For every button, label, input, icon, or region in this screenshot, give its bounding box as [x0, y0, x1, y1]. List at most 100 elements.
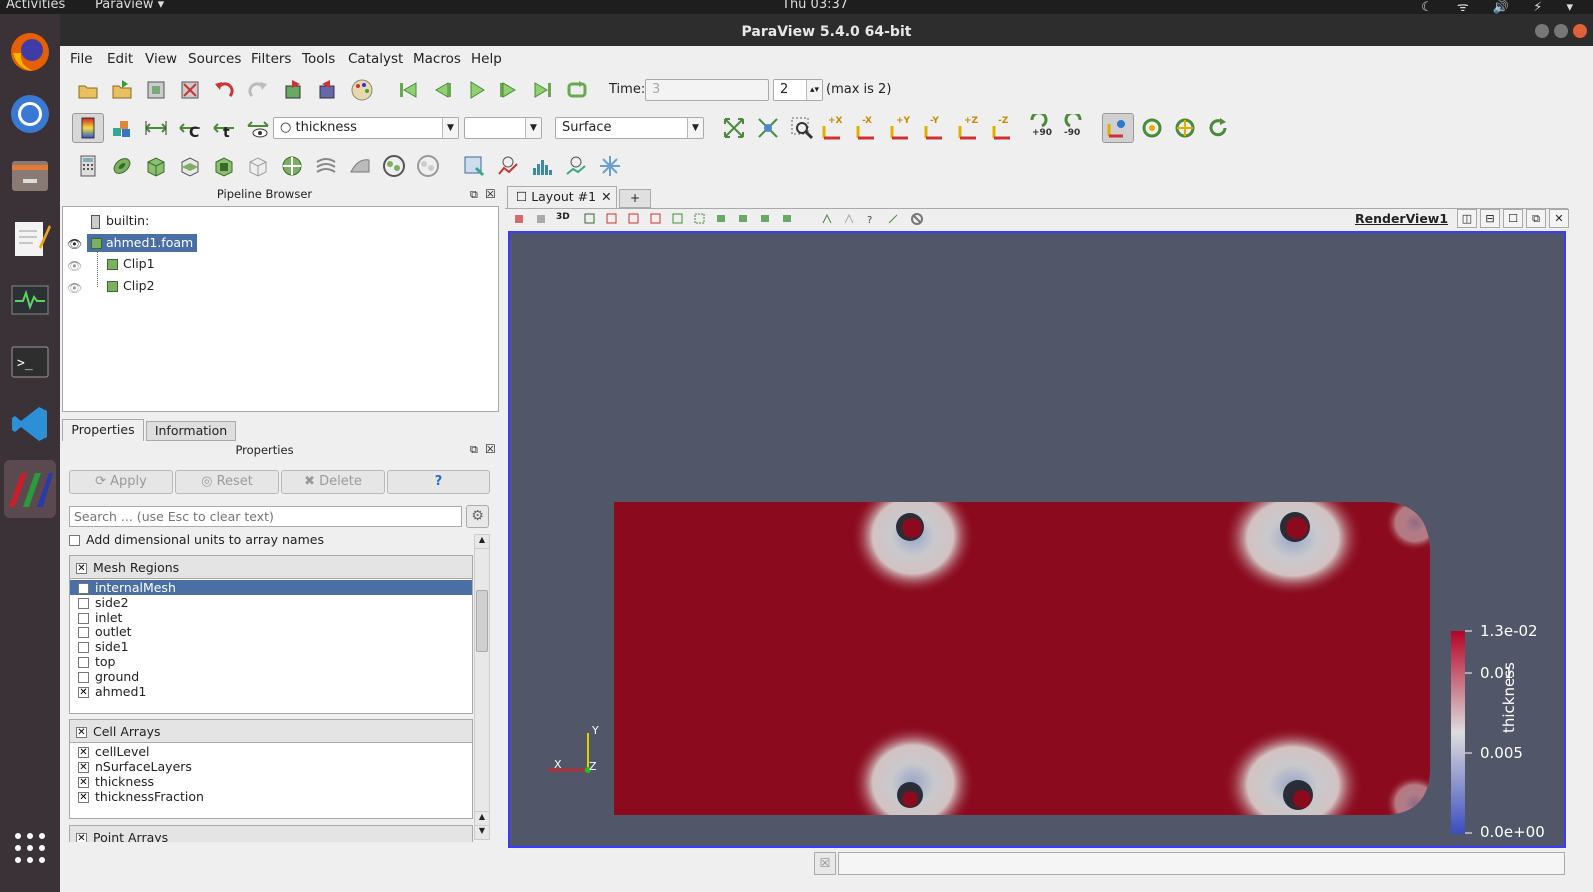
find-data-icon[interactable]: [462, 154, 486, 178]
file-manager-icon[interactable]: [4, 150, 56, 202]
point-arrays-header[interactable]: ✕ Point Arrays: [70, 826, 472, 842]
loop-icon[interactable]: [565, 78, 589, 102]
component-select[interactable]: ▼: [464, 117, 542, 139]
cell-array-thicknessfraction[interactable]: ✕ thicknessFraction: [78, 789, 204, 804]
mesh-region-ground[interactable]: ground: [78, 669, 139, 684]
close-panel-icon[interactable]: ☒: [485, 442, 496, 456]
extract-subset-icon[interactable]: [246, 154, 270, 178]
advanced-settings-gear-icon[interactable]: ⚙: [466, 505, 489, 528]
camera-redo-icon[interactable]: [316, 78, 340, 102]
cell-arrays-header[interactable]: ✕ Cell Arrays: [70, 720, 472, 743]
tab-information[interactable]: Information: [146, 421, 236, 441]
menu-file[interactable]: File: [70, 51, 93, 67]
mesh-region-ahmed1[interactable]: ✕ ahmed1: [78, 684, 146, 699]
play-icon[interactable]: [464, 78, 488, 102]
first-frame-icon[interactable]: [396, 78, 420, 102]
delete-button[interactable]: ✖ Delete: [281, 470, 385, 494]
activities-button[interactable]: Activities: [6, 0, 65, 12]
redo-icon[interactable]: [246, 78, 270, 102]
connect-icon[interactable]: [144, 78, 168, 102]
add-layout-tab-button[interactable]: +: [619, 189, 651, 208]
maximize-view-icon[interactable]: ☐: [1503, 209, 1523, 228]
pipeline-item-clip1[interactable]: Clip1: [107, 256, 155, 271]
zoom-to-data-icon[interactable]: [756, 116, 780, 140]
representation-select[interactable]: Surface ▼: [555, 117, 704, 139]
menu-view[interactable]: View: [145, 51, 177, 67]
menu-catalyst[interactable]: Catalyst: [348, 51, 403, 67]
scroll-up-icon[interactable]: ▲: [475, 535, 489, 549]
tab-properties[interactable]: Properties: [62, 419, 144, 441]
mesh-region-internalmesh[interactable]: internalMesh: [78, 580, 176, 595]
reset-button[interactable]: ◎ Reset: [175, 470, 279, 494]
chromium-icon[interactable]: [4, 88, 56, 140]
help-button[interactable]: ?: [387, 470, 490, 494]
menu-sources[interactable]: Sources: [188, 51, 241, 67]
menu-tools[interactable]: Tools: [302, 51, 335, 67]
rescale-custom-icon[interactable]: C: [178, 116, 202, 140]
menu-help[interactable]: Help: [471, 51, 502, 67]
clock[interactable]: Thu 03:37: [782, 0, 848, 12]
properties-search-input[interactable]: [69, 506, 462, 527]
plot-over-line-icon[interactable]: [496, 154, 520, 178]
maximize-button[interactable]: [1554, 24, 1568, 38]
reset-center-icon[interactable]: [1206, 116, 1230, 140]
contour-icon[interactable]: [110, 154, 134, 178]
last-frame-icon[interactable]: [531, 78, 555, 102]
warp-by-vector-icon[interactable]: [348, 154, 372, 178]
firefox-icon[interactable]: [4, 26, 56, 78]
pick-center-icon[interactable]: [1173, 116, 1197, 140]
rescale-visible-icon[interactable]: [246, 116, 270, 140]
threshold-icon[interactable]: [212, 154, 236, 178]
render-canvas[interactable]: [510, 233, 1564, 846]
eye-visible-icon[interactable]: 👁: [67, 237, 82, 251]
properties-scrollbar[interactable]: ▲ ▲ ▼: [474, 534, 490, 840]
system-tray[interactable]: ☾ ᯤ 🔊 ⚡ ▾: [1421, 0, 1583, 14]
selection-tools-icon[interactable]: ?: [511, 211, 931, 227]
stream-tracer-icon[interactable]: [314, 154, 338, 178]
menu-edit[interactable]: Edit: [107, 51, 133, 67]
cell-array-nsurfacelayers[interactable]: ✕ nSurfaceLayers: [78, 759, 192, 774]
close-panel-icon[interactable]: ☒: [485, 187, 496, 201]
paraview-icon[interactable]: [4, 460, 56, 518]
cell-array-thickness[interactable]: ✕ thickness: [78, 774, 154, 789]
clip-icon[interactable]: [144, 154, 168, 178]
scroll-up-icon[interactable]: ▲: [475, 811, 489, 825]
eye-hidden-icon[interactable]: 👁: [67, 281, 82, 295]
dim-units-checkbox[interactable]: Add dimensional units to array names: [69, 532, 324, 547]
toggle-color-legend-button[interactable]: [72, 113, 104, 143]
load-state-icon[interactable]: [110, 78, 134, 102]
close-view-icon[interactable]: ✕: [1549, 209, 1569, 228]
zoom-to-box-icon[interactable]: [790, 116, 814, 140]
center-rotation-icon[interactable]: [1140, 116, 1164, 140]
glyph-icon[interactable]: [280, 154, 304, 178]
rescale-range-icon[interactable]: [144, 116, 168, 140]
close-tab-icon[interactable]: ✕: [601, 189, 611, 204]
system-monitor-icon[interactable]: [4, 274, 56, 326]
eye-hidden-icon[interactable]: 👁: [67, 259, 82, 273]
render-view[interactable]: Y X Z 1.3e-02 0.01 0.005 0.0e+00 thickne…: [508, 231, 1566, 848]
mesh-region-top[interactable]: top: [78, 654, 115, 669]
time-index-spinbox[interactable]: 2 ▴▾: [773, 79, 823, 101]
mesh-region-outlet[interactable]: outlet: [78, 624, 132, 639]
apply-button[interactable]: ⟳ Apply: [69, 470, 173, 494]
edit-color-map-icon[interactable]: [110, 116, 134, 140]
spin-arrows-icon[interactable]: ▴▾: [806, 80, 822, 100]
reset-camera-icon[interactable]: [722, 116, 746, 140]
app-menu[interactable]: Paraview ▾: [95, 0, 164, 12]
camera-undo-icon[interactable]: [282, 78, 306, 102]
restore-view-icon[interactable]: ⧉: [1526, 209, 1546, 228]
scrollbar-thumb[interactable]: [476, 590, 488, 652]
plot-over-time-icon[interactable]: [564, 154, 588, 178]
time-value-field[interactable]: 3: [645, 79, 769, 101]
tab-layout-1[interactable]: ☐ Layout #1 ✕: [507, 186, 617, 208]
vscode-icon[interactable]: [4, 398, 56, 450]
undo-icon[interactable]: [212, 78, 236, 102]
menu-macros[interactable]: Macros: [413, 51, 461, 67]
color-by-array-select[interactable]: ○ thickness ▼: [273, 117, 459, 139]
group-datasets-icon[interactable]: [382, 154, 406, 178]
probe-icon[interactable]: [598, 154, 622, 178]
open-file-icon[interactable]: [76, 78, 100, 102]
mesh-region-inlet[interactable]: inlet: [78, 610, 122, 625]
histogram-icon[interactable]: [530, 154, 554, 178]
text-editor-icon[interactable]: [4, 212, 56, 264]
